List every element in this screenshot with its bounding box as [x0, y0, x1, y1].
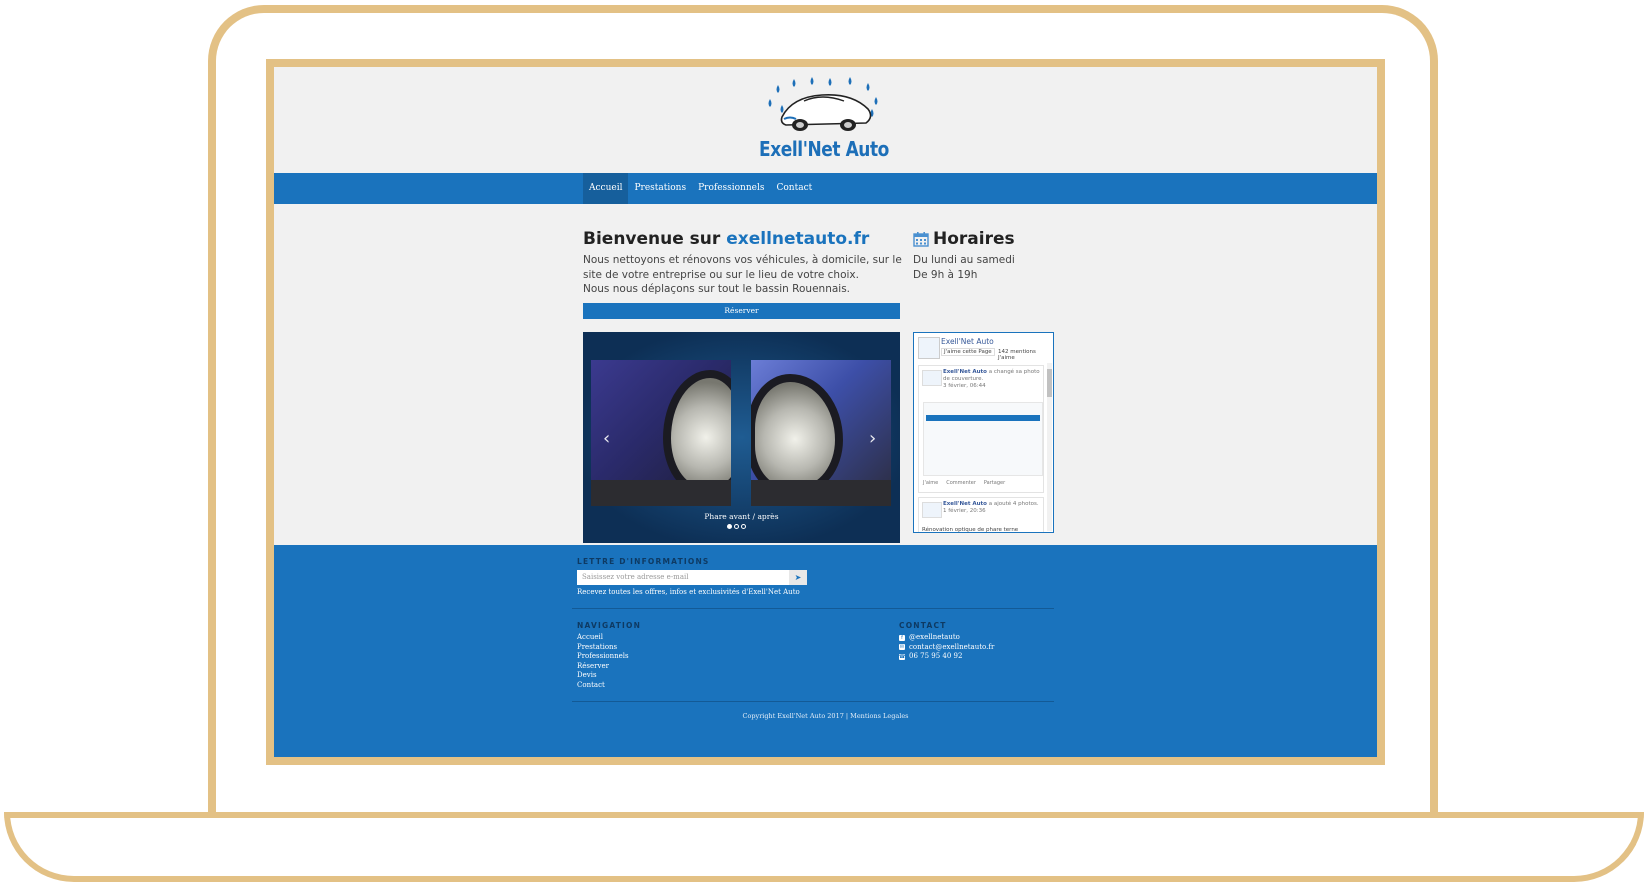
facebook-like-button[interactable]: J'aime cette Page	[941, 348, 995, 356]
bumper	[751, 480, 891, 506]
bumper	[591, 480, 731, 506]
carousel-caption: Phare avant / après	[704, 512, 779, 521]
carousel-photo-before	[591, 360, 731, 506]
welcome-line-2: Nous nous déplaçons sur tout le bassin R…	[583, 283, 851, 295]
fb-cover-bar	[926, 415, 1040, 421]
welcome-heading: Bienvenue sur exellnetauto.fr	[583, 229, 869, 249]
nav-menu: Accueil Prestations Professionnels Conta…	[583, 173, 818, 204]
nav-item-accueil[interactable]: Accueil	[583, 173, 629, 204]
nav-item-prestations[interactable]: Prestations	[628, 173, 692, 204]
footer-contact-facebook[interactable]: f @exellnetauto	[899, 633, 994, 643]
hours-title: Horaires	[933, 229, 1015, 249]
chevron-left-icon[interactable]: ‹	[603, 428, 610, 449]
facebook-post-avatar[interactable]	[922, 502, 942, 518]
site-footer: LETTRE D'INFORMATIONS Saisissez votre ad…	[274, 545, 1377, 757]
nav-item-professionnels[interactable]: Professionnels	[692, 173, 770, 204]
footer-email: contact@exellnetauto.fr	[909, 642, 995, 651]
footer-contact-list: f @exellnetauto ✉ contact@exellnetauto.f…	[899, 633, 994, 662]
site-header: Exell'Net Auto	[274, 67, 1377, 173]
footer-contact-email[interactable]: ✉ contact@exellnetauto.fr	[899, 643, 994, 653]
footer-facebook-handle: @exellnetauto	[909, 633, 960, 641]
nav-item-contact[interactable]: Contact	[770, 173, 818, 204]
facebook-post-text: Exell'Net Auto a changé sa photo de couv…	[943, 369, 1041, 390]
brand-logo-text[interactable]: Exell'Net Auto	[739, 137, 909, 161]
carousel-dot-3[interactable]	[741, 524, 746, 529]
phone-icon: ☎	[899, 653, 906, 660]
welcome-text: Nous nettoyons et rénovons vos véhicules…	[583, 253, 903, 297]
facebook-post-avatar[interactable]	[922, 370, 942, 386]
calendar-icon	[913, 232, 929, 247]
photo-carousel[interactable]: ‹ › Phare avant / après	[583, 332, 900, 543]
welcome-heading-prefix: Bienvenue sur	[583, 229, 721, 249]
footer-link-accueil[interactable]: Accueil	[577, 633, 629, 643]
facebook-widget[interactable]: Exell'Net Auto J'aime cette Page 142 men…	[913, 332, 1054, 533]
main-navbar: Accueil Prestations Professionnels Conta…	[274, 173, 1377, 204]
carousel-dot-1[interactable]	[727, 524, 732, 529]
footer-contact-heading: CONTACT	[899, 621, 947, 630]
footer-divider	[572, 608, 1054, 609]
facebook-post-author[interactable]: Exell'Net Auto	[943, 369, 987, 375]
footer-link-prestations[interactable]: Prestations	[577, 643, 629, 653]
headlight-before	[663, 370, 731, 494]
facebook-post: Exell'Net Auto a changé sa photo de couv…	[918, 365, 1044, 493]
hours-heading: Horaires	[913, 229, 1015, 249]
footer-link-professionnels[interactable]: Professionnels	[577, 652, 629, 662]
newsletter-heading: LETTRE D'INFORMATIONS	[577, 557, 710, 566]
copyright-text[interactable]: Copyright Exell'Net Auto 2017 | Mentions…	[274, 712, 1377, 720]
facebook-post-actions: J'aime Commenter Partager	[923, 480, 1005, 486]
headlight-after	[751, 374, 843, 494]
laptop-screen: Exell'Net Auto Accueil Prestations Profe…	[266, 59, 1385, 765]
facebook-post-date[interactable]: 3 février, 06:44	[943, 383, 986, 389]
welcome-heading-domain: exellnetauto.fr	[726, 229, 870, 249]
footer-divider	[572, 701, 1054, 702]
laptop-base	[4, 812, 1644, 882]
facebook-scrollbar[interactable]	[1047, 363, 1052, 531]
facebook-action-like[interactable]: J'aime	[923, 480, 938, 486]
facebook-widget-header: Exell'Net Auto J'aime cette Page 142 men…	[914, 333, 1053, 361]
footer-link-contact[interactable]: Contact	[577, 681, 629, 691]
footer-navigation-links: Accueil Prestations Professionnels Réser…	[577, 633, 629, 691]
facebook-icon: f	[899, 634, 905, 641]
facebook-post-date[interactable]: 1 février, 20:36	[943, 508, 986, 514]
footer-contact-phone[interactable]: ☎ 06 75 95 40 92	[899, 652, 994, 662]
facebook-post-text: Exell'Net Auto a ajouté 4 photos. 1 févr…	[943, 501, 1041, 515]
carousel-dot-2[interactable]	[734, 524, 739, 529]
facebook-post-body: Rénovation optique de phare terne	[922, 527, 1019, 533]
facebook-post-action: a ajouté 4 photos.	[988, 501, 1039, 507]
footer-phone: 06 75 95 40 92	[909, 652, 963, 661]
facebook-page-avatar[interactable]	[918, 337, 940, 359]
website: Exell'Net Auto Accueil Prestations Profe…	[274, 67, 1377, 757]
envelope-icon: ✉	[899, 644, 905, 651]
footer-navigation-heading: NAVIGATION	[577, 621, 642, 630]
hours-days: Du lundi au samedi	[913, 254, 1015, 266]
hours-text: Du lundi au samedi De 9h à 19h	[913, 253, 1015, 282]
facebook-likes-count: 142 mentions J'aime	[998, 349, 1036, 361]
paper-plane-icon[interactable]: ➤	[789, 570, 807, 585]
hours-times: De 9h à 19h	[913, 268, 978, 281]
facebook-action-comment[interactable]: Commenter	[946, 480, 976, 486]
car-logo-icon[interactable]	[764, 75, 886, 137]
footer-link-reserver[interactable]: Réserver	[577, 662, 629, 672]
facebook-cover-photo[interactable]	[923, 402, 1043, 476]
facebook-page-name[interactable]: Exell'Net Auto	[941, 337, 994, 346]
newsletter-email-input[interactable]: Saisissez votre adresse e-mail	[577, 570, 789, 585]
carousel-indicators	[727, 524, 746, 529]
facebook-post-author[interactable]: Exell'Net Auto	[943, 501, 987, 507]
chevron-right-icon[interactable]: ›	[869, 428, 876, 449]
footer-link-devis[interactable]: Devis	[577, 671, 629, 681]
newsletter-note: Recevez toutes les offres, infos et excl…	[577, 588, 800, 596]
facebook-scrollbar-thumb[interactable]	[1047, 369, 1052, 397]
welcome-line-1: Nous nettoyons et rénovons vos véhicules…	[583, 254, 902, 281]
reserve-button[interactable]: Réserver	[583, 303, 900, 319]
facebook-action-share[interactable]: Partager	[984, 480, 1005, 486]
